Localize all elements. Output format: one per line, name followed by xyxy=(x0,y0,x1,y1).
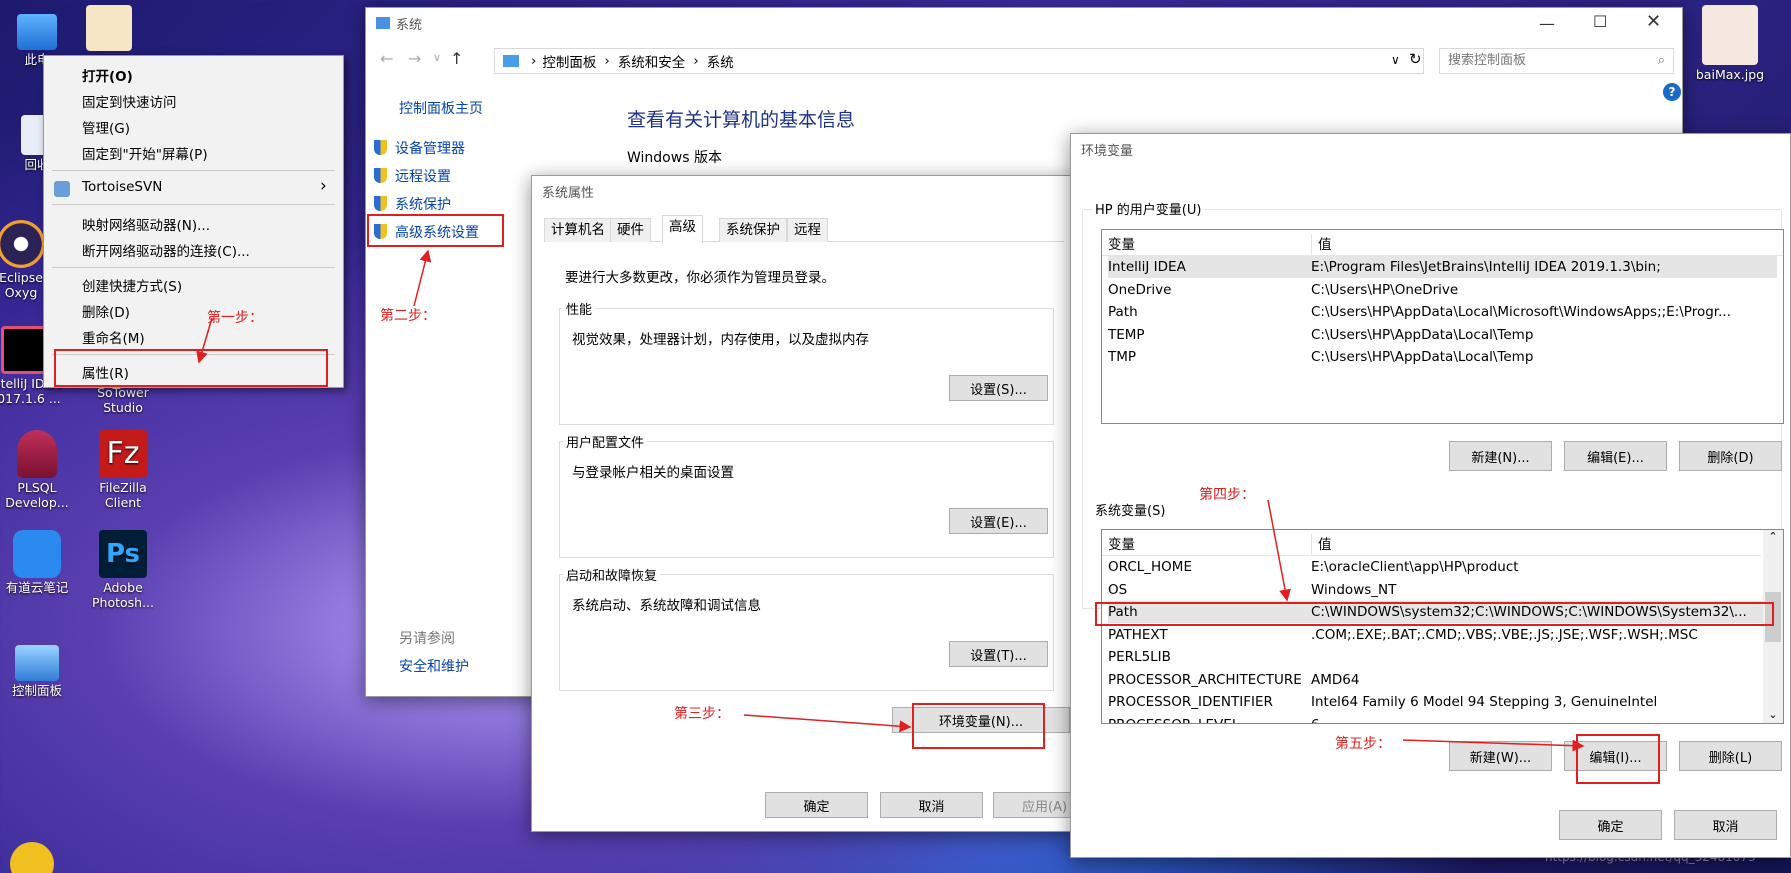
arrow-step5 xyxy=(1402,739,1585,752)
arrow-step3 xyxy=(743,714,912,733)
arrow-step1 xyxy=(196,317,213,364)
arrow-step2 xyxy=(413,249,432,307)
annotation-arrows xyxy=(196,249,1585,752)
arrow-step4 xyxy=(1267,499,1291,602)
